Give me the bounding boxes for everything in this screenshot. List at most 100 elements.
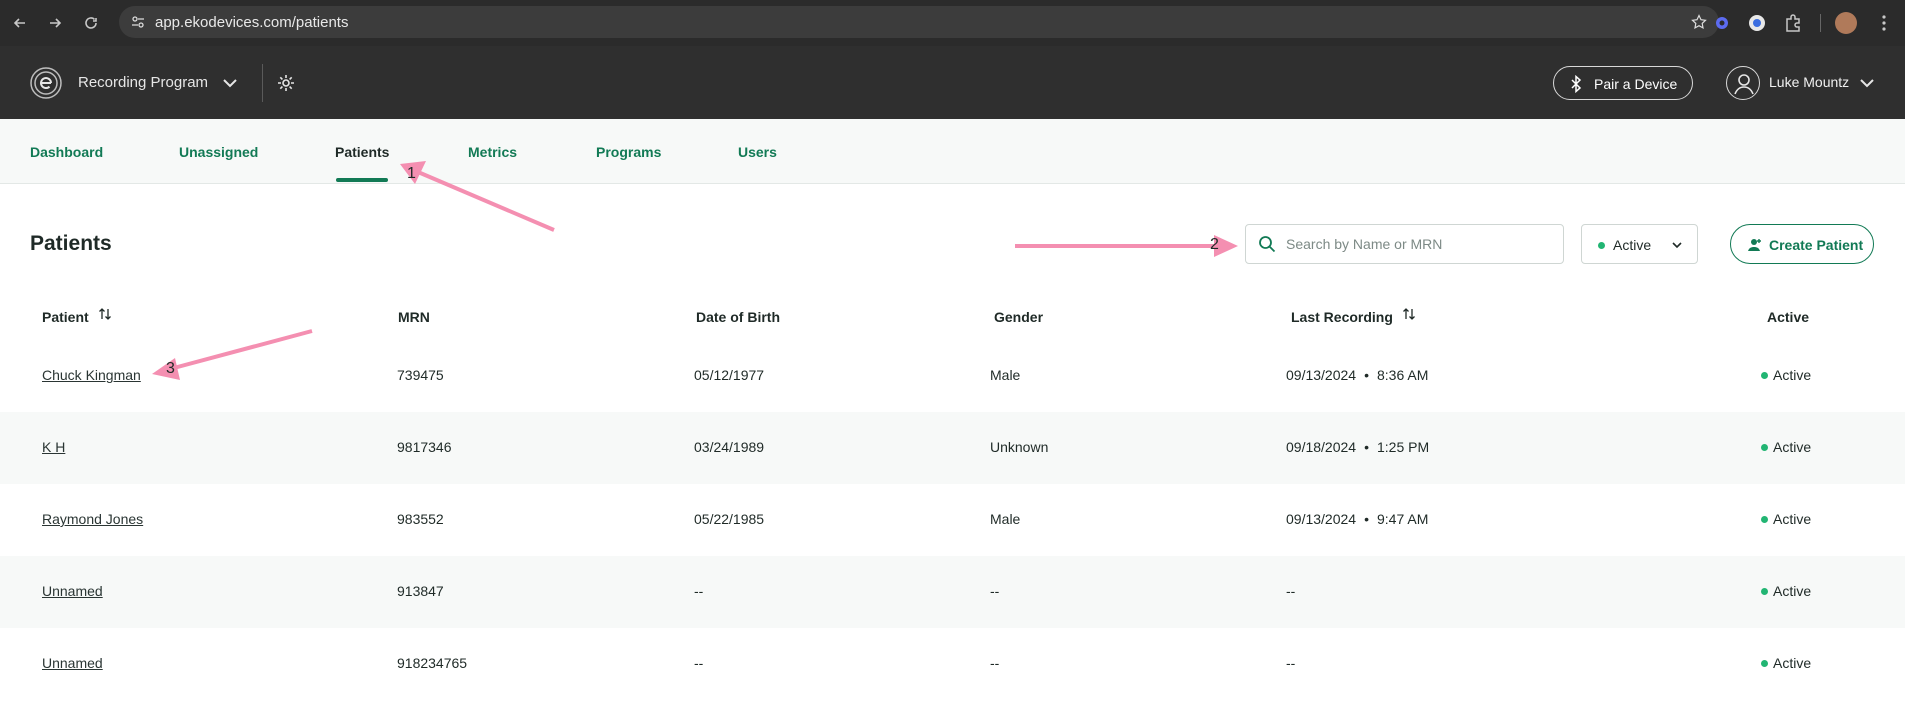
arrow-left-icon <box>13 18 25 28</box>
patient-name-link[interactable]: K H <box>42 439 65 455</box>
column-header-dob: Date of Birth <box>696 309 780 325</box>
recording-separator: • <box>1364 367 1369 383</box>
recording-time: 9:47 AM <box>1376 511 1429 527</box>
bookmark-star-icon[interactable] <box>1691 14 1707 30</box>
sort-icon[interactable] <box>1402 306 1416 322</box>
extensions-puzzle-icon[interactable] <box>1782 12 1804 34</box>
reload-button[interactable] <box>77 9 105 37</box>
last-recording-cell: 09/18/2024 • 1:25 PM <box>1286 439 1429 455</box>
recording-date: -- <box>1286 583 1296 599</box>
tab-metrics[interactable]: Metrics <box>468 144 517 160</box>
tab-programs[interactable]: Programs <box>596 144 661 160</box>
mrn-cell: 983552 <box>397 511 444 527</box>
browser-toolbar: app.ekodevices.com/patients <box>0 0 1905 46</box>
column-header-patient[interactable]: Patient <box>42 309 89 325</box>
annotation-label-2: 2 <box>1210 236 1219 253</box>
gender-cell: Unknown <box>990 439 1049 455</box>
gender-cell: -- <box>990 655 1000 671</box>
program-selector[interactable]: Recording Program <box>78 74 208 91</box>
pair-device-button[interactable]: Pair a Device <box>1553 66 1693 100</box>
status-dot <box>1761 516 1768 523</box>
search-icon <box>1259 236 1276 253</box>
active-status: Active <box>1773 583 1812 599</box>
tab-unassigned[interactable]: Unassigned <box>179 144 258 160</box>
gender-cell: Male <box>990 367 1021 383</box>
status-dot <box>1598 242 1605 249</box>
create-patient-button[interactable]: Create Patient <box>1730 224 1874 264</box>
annotation-label-3: 3 <box>166 360 175 377</box>
browser-profile-avatar[interactable] <box>1835 12 1857 34</box>
gender-cell: -- <box>990 583 1000 599</box>
mrn-cell: 9817346 <box>397 439 452 455</box>
user-name[interactable]: Luke Mountz <box>1769 74 1849 90</box>
recording-separator: • <box>1364 511 1369 527</box>
patient-name-link[interactable]: Raymond Jones <box>42 511 143 527</box>
recording-time: 1:25 PM <box>1376 439 1430 455</box>
tab-patients[interactable]: Patients <box>335 144 389 160</box>
chevron-down-icon <box>1672 242 1682 249</box>
user-avatar[interactable] <box>1726 66 1760 100</box>
status-dot <box>1761 444 1768 451</box>
status-dot <box>1761 588 1768 595</box>
recording-date: 09/18/2024 <box>1286 439 1357 455</box>
gear-icon[interactable] <box>276 73 296 93</box>
chevron-down-icon[interactable] <box>221 74 239 92</box>
recording-date: -- <box>1286 655 1296 671</box>
patient-name-link[interactable]: Unnamed <box>42 583 103 599</box>
tab-dashboard[interactable]: Dashboard <box>30 144 103 160</box>
last-recording-cell: -- <box>1286 583 1311 599</box>
site-info-icon[interactable] <box>131 15 145 29</box>
active-status: Active <box>1773 367 1812 383</box>
table-row: Chuck Kingman 739475 05/12/1977 Male 09/… <box>0 340 1905 412</box>
mrn-cell: 913847 <box>397 583 444 599</box>
active-status: Active <box>1773 439 1812 455</box>
address-bar[interactable]: app.ekodevices.com/patients <box>119 6 1719 38</box>
bluetooth-icon <box>1571 75 1582 93</box>
forward-button[interactable] <box>41 9 69 37</box>
mrn-cell: 739475 <box>397 367 444 383</box>
back-button[interactable] <box>6 9 34 37</box>
column-header-active: Active <box>1767 309 1810 325</box>
recording-date: 09/13/2024 <box>1286 511 1357 527</box>
status-dot <box>1761 660 1768 667</box>
active-status: Active <box>1773 655 1812 671</box>
patient-name-link[interactable]: Unnamed <box>42 655 103 671</box>
dob-cell: -- <box>694 583 704 599</box>
create-patient-label: Create Patient <box>1769 237 1864 253</box>
header-divider <box>262 64 263 102</box>
pair-device-label: Pair a Device <box>1594 76 1678 92</box>
extension-gear-icon[interactable] <box>1711 12 1733 34</box>
patient-name-link[interactable]: Chuck Kingman <box>42 367 141 383</box>
tab-users[interactable]: Users <box>738 144 777 160</box>
table-row: Unnamed 913847 -- -- -- Active <box>0 556 1905 628</box>
table-row: K H 9817346 03/24/1989 Unknown 09/18/202… <box>0 412 1905 484</box>
last-recording-cell: 09/13/2024 • 8:36 AM <box>1286 367 1428 383</box>
nav-tabs: Dashboard Unassigned Patients Metrics Pr… <box>0 119 1905 184</box>
recording-date: 09/13/2024 <box>1286 367 1357 383</box>
recording-separator: • <box>1364 439 1369 455</box>
column-header-mrn: MRN <box>398 309 430 325</box>
page-title: Patients <box>30 232 112 255</box>
browser-menu-icon[interactable] <box>1873 12 1895 34</box>
dob-cell: 05/12/1977 <box>694 367 765 383</box>
status-dot <box>1761 372 1768 379</box>
sort-icon[interactable] <box>98 306 112 322</box>
dob-cell: -- <box>694 655 704 671</box>
app-header: Recording Program Pair a Device Luke Mou… <box>0 46 1905 119</box>
active-tab-indicator <box>336 178 388 182</box>
chevron-down-icon[interactable] <box>1858 74 1876 92</box>
toolbar-divider <box>1820 14 1821 32</box>
extension-profile-icon[interactable] <box>1746 12 1768 34</box>
search-input[interactable] <box>1286 233 1556 255</box>
recording-time: 8:36 AM <box>1376 367 1429 383</box>
mrn-cell: 918234765 <box>397 655 468 671</box>
search-field[interactable] <box>1245 224 1564 264</box>
reload-icon <box>85 17 97 29</box>
url-text: app.ekodevices.com/patients <box>155 13 349 31</box>
user-icon <box>1734 74 1754 95</box>
last-recording-cell: -- <box>1286 655 1311 671</box>
add-person-icon <box>1748 239 1761 251</box>
column-header-last-recording[interactable]: Last Recording <box>1291 309 1393 325</box>
status-filter-select[interactable]: Active <box>1581 224 1698 264</box>
eko-logo-icon[interactable] <box>30 67 62 99</box>
